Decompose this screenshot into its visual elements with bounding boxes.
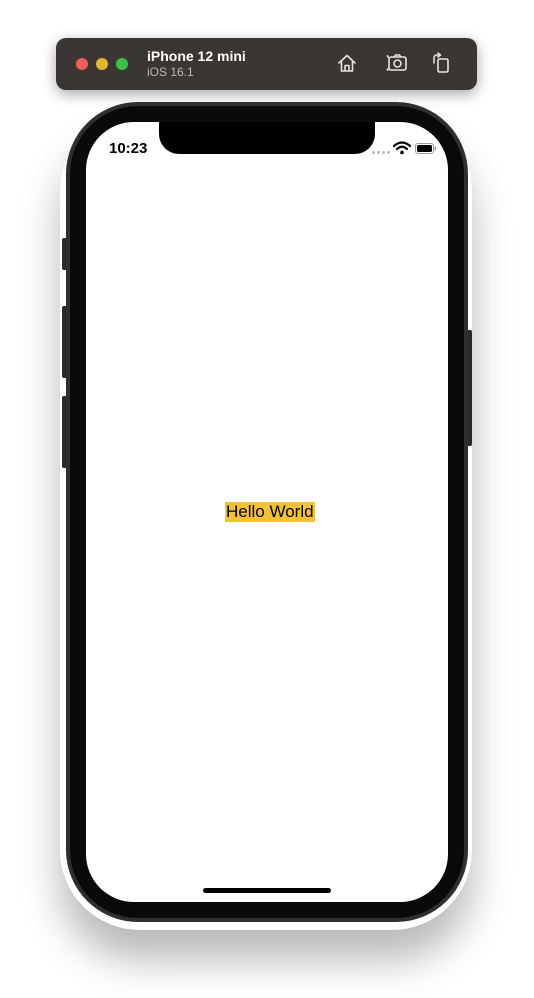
screenshot-button[interactable]	[385, 51, 409, 75]
signal-icon	[372, 151, 390, 154]
maximize-window-button[interactable]	[116, 58, 128, 70]
simulator-stage: iPhone 12 mini iOS 16.1 10:23 Hello Worl…	[0, 0, 534, 998]
os-version: iOS 16.1	[147, 65, 194, 79]
status-time: 10:23	[109, 140, 148, 157]
close-window-button[interactable]	[76, 58, 88, 70]
hello-world-label: Hello World	[225, 502, 315, 522]
device-name: iPhone 12 mini	[147, 48, 246, 64]
battery-icon	[415, 143, 437, 154]
wifi-icon	[393, 141, 411, 155]
rotate-button[interactable]	[429, 51, 453, 75]
screenshot-icon	[386, 54, 407, 71]
home-button[interactable]	[335, 51, 359, 75]
notch	[159, 122, 375, 154]
home-indicator[interactable]	[203, 888, 331, 893]
minimize-window-button[interactable]	[96, 58, 108, 70]
rotate-icon	[433, 52, 449, 73]
home-icon	[338, 54, 356, 72]
device-screen[interactable]: 10:23 Hello World	[86, 122, 448, 902]
